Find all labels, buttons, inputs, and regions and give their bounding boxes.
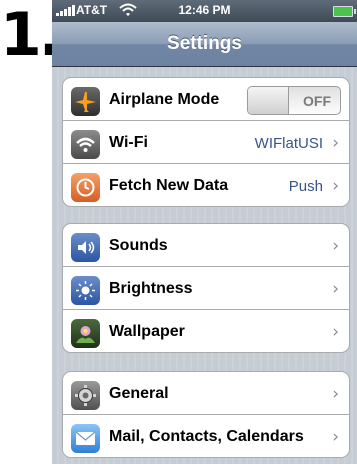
- chevron-right-icon: ›: [332, 236, 339, 256]
- fetch-new-data-label: Fetch New Data: [109, 177, 229, 194]
- toggle-state: OFF: [303, 93, 331, 109]
- sounds-label: Sounds: [109, 237, 168, 254]
- settings-group-general: General › Mail, Contacts, Calendars ›: [62, 371, 350, 458]
- fetch-new-data-value: Push: [288, 178, 323, 195]
- wifi-label: Wi-Fi: [109, 134, 148, 151]
- speaker-icon: [71, 233, 100, 262]
- settings-group-display: Sounds › Brightness › Wallpaper ›: [62, 223, 350, 353]
- envelope-icon: [71, 424, 100, 453]
- wifi-icon: [71, 130, 100, 159]
- chevron-right-icon: ›: [332, 279, 339, 299]
- chevron-right-icon: ›: [332, 427, 339, 447]
- settings-row-fetch-new-data[interactable]: Fetch New Data Push ›: [63, 164, 349, 206]
- toggle-knob: [248, 87, 289, 114]
- clock-icon: [71, 173, 100, 202]
- settings-row-airplane-mode[interactable]: Airplane Mode OFF: [63, 78, 349, 121]
- wifi-network-value: WIFlatUSI: [254, 135, 323, 152]
- page-title: Settings: [167, 33, 242, 54]
- chevron-right-icon: ›: [332, 133, 339, 153]
- airplane-icon: [71, 87, 100, 116]
- settings-row-mail-contacts-calendars[interactable]: Mail, Contacts, Calendars ›: [63, 415, 349, 457]
- gear-icon: [71, 381, 100, 410]
- status-bar: AT&T 12:46 PM: [52, 0, 357, 22]
- settings-group-connectivity: Airplane Mode OFF Wi-Fi WIFlatUSI › Fetc…: [62, 77, 350, 207]
- settings-row-general[interactable]: General ›: [63, 372, 349, 415]
- step-number: 1.: [0, 0, 62, 70]
- battery-icon: [333, 6, 356, 17]
- general-label: General: [109, 385, 169, 402]
- wallpaper-label: Wallpaper: [109, 323, 185, 340]
- settings-row-wifi[interactable]: Wi-Fi WIFlatUSI ›: [63, 121, 349, 164]
- airplane-mode-toggle[interactable]: OFF: [247, 86, 341, 115]
- settings-row-sounds[interactable]: Sounds ›: [63, 224, 349, 267]
- sun-icon: [71, 276, 100, 305]
- chevron-right-icon: ›: [332, 384, 339, 404]
- navigation-bar: Settings: [52, 22, 357, 67]
- phone-screen: AT&T 12:46 PM Settings Airplane Mode OFF: [52, 0, 357, 464]
- mail-contacts-calendars-label: Mail, Contacts, Calendars: [109, 428, 304, 445]
- settings-row-brightness[interactable]: Brightness ›: [63, 267, 349, 310]
- settings-row-wallpaper[interactable]: Wallpaper ›: [63, 310, 349, 352]
- airplane-mode-label: Airplane Mode: [109, 91, 220, 108]
- chevron-right-icon: ›: [332, 176, 339, 196]
- brightness-label: Brightness: [109, 280, 193, 297]
- chevron-right-icon: ›: [332, 322, 339, 342]
- flower-icon: [71, 319, 100, 348]
- status-time: 12:46 PM: [178, 3, 231, 17]
